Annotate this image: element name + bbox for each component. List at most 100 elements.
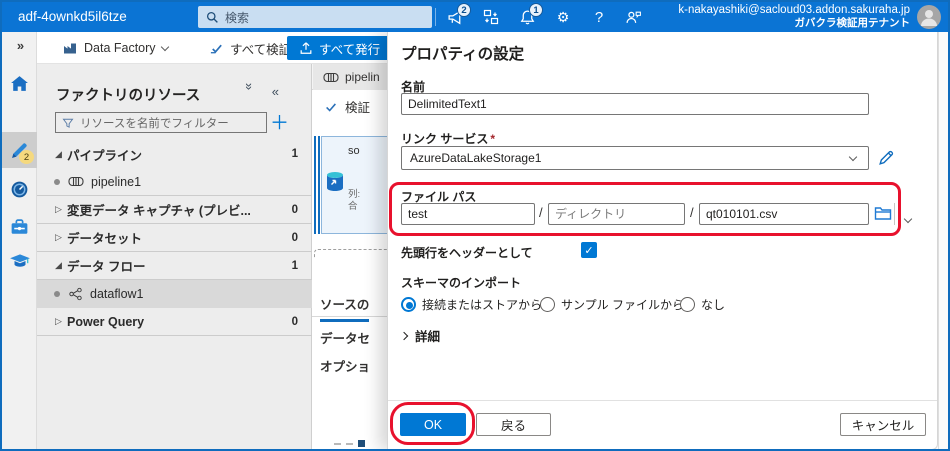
account-info[interactable]: k-nakayashiki@sacloud03.addon.sakuraha.j… xyxy=(678,4,910,30)
radio-from-connection[interactable]: 接続またはストアから xyxy=(401,296,542,313)
publish-all-label: すべて発行 xyxy=(319,42,381,57)
resource-filter-input[interactable]: リソースを名前でフィルター xyxy=(55,112,267,133)
bottom-pane-divider xyxy=(312,316,390,317)
radio-none[interactable]: なし xyxy=(680,296,725,313)
search-input[interactable]: 検索 xyxy=(198,6,432,28)
topbar-divider xyxy=(435,8,436,26)
tree-count: 1 xyxy=(291,148,298,160)
folder-icon xyxy=(874,207,892,220)
tree-label: データセット xyxy=(67,232,143,246)
expand-rail-icon[interactable]: » xyxy=(2,38,37,53)
expander-icon[interactable]: ◢ xyxy=(55,149,67,160)
nav-home-button[interactable] xyxy=(2,66,37,100)
nav-manage-button[interactable] xyxy=(2,210,37,244)
resource-filter-placeholder: リソースを名前でフィルター xyxy=(80,117,229,130)
radio-label: 接続またはストアから xyxy=(422,298,543,312)
tree-section-power-query[interactable]: ▷ Power Query 0 xyxy=(37,308,312,336)
tab-source-settings[interactable]: ソースの xyxy=(320,294,370,322)
home-icon xyxy=(11,75,28,91)
bullet-icon xyxy=(54,291,60,297)
search-icon xyxy=(206,11,219,24)
tab-label: ソースの xyxy=(320,298,370,312)
tree-section-pipelines[interactable]: ◢ パイプライン 1 xyxy=(37,140,312,168)
advanced-details-expander[interactable]: 詳細 xyxy=(399,326,441,345)
tree-count: 0 xyxy=(291,315,298,328)
nav-learning-button[interactable] xyxy=(2,244,37,278)
tree-label: dataflow1 xyxy=(90,287,144,301)
footer-divider xyxy=(388,400,937,401)
path-separator: / xyxy=(539,205,543,220)
chevron-down-icon xyxy=(160,42,169,51)
linked-service-value: AzureDataLakeStorage1 xyxy=(410,151,542,165)
edit-linked-service-button[interactable] xyxy=(877,148,896,167)
factory-menu-label: Data Factory xyxy=(84,41,156,55)
canvas-zoom-controls[interactable] xyxy=(334,440,365,447)
resource-tree: ◢ パイプライン 1 pipeline1 ▷ 変更データ キャプチャ (プレビ.… xyxy=(37,140,312,336)
add-resource-button[interactable]: ＋ xyxy=(270,108,289,135)
tab-label: pipelin xyxy=(345,70,380,84)
nav-monitor-button[interactable] xyxy=(2,172,37,206)
validate-label: 検証 xyxy=(345,101,371,115)
name-input[interactable] xyxy=(401,93,869,115)
panel-scrollbar-track[interactable] xyxy=(938,32,948,449)
cancel-button[interactable]: キャンセル xyxy=(840,413,926,436)
expander-icon[interactable]: ▷ xyxy=(55,232,67,243)
nav-author-button[interactable]: 2 xyxy=(2,132,37,168)
factory-resources-pane: ファクトリのリソース » « リソースを名前でフィルター ＋ ◢ パイプライン … xyxy=(37,64,312,449)
file-path-container-input[interactable] xyxy=(401,203,535,225)
linked-service-label: リンク サービス * xyxy=(401,132,496,146)
path-separator: / xyxy=(690,205,694,220)
settings-gear-icon[interactable]: ⚙ xyxy=(548,2,578,32)
chevron-right-icon xyxy=(399,331,409,340)
back-button[interactable]: 戻る xyxy=(476,413,551,436)
switch-directory-icon[interactable] xyxy=(476,2,506,32)
first-row-header-checkbox[interactable]: ✓ xyxy=(581,242,597,258)
set-properties-panel: プロパティの設定 名前 リンク サービス* AzureDataLakeStora… xyxy=(387,32,938,449)
pencil-edit-icon xyxy=(879,150,894,165)
tree-section-data-flows[interactable]: ◢ データ フロー 1 xyxy=(37,252,312,280)
graduation-cap-icon xyxy=(9,254,30,267)
ok-button[interactable]: OK xyxy=(400,413,466,436)
factory-menu-button[interactable]: Data Factory xyxy=(62,32,169,64)
source-node[interactable]: so 列: 合 xyxy=(314,136,390,234)
filter-icon xyxy=(62,118,74,128)
avatar[interactable] xyxy=(917,5,941,29)
expander-icon[interactable]: ▷ xyxy=(55,204,67,215)
first-row-header-label: 先頭行をヘッダーとして xyxy=(401,246,533,260)
account-tenant: ガバクラ検証用テナント xyxy=(794,17,911,29)
file-path-directory-input[interactable] xyxy=(548,203,685,225)
notifications-badge: 1 xyxy=(529,3,543,17)
radio-selected-icon xyxy=(401,297,416,312)
tree-item-pipeline1[interactable]: pipeline1 xyxy=(37,168,312,196)
tree-item-dataflow1[interactable]: dataflow1 xyxy=(37,280,312,308)
linked-service-select[interactable]: AzureDataLakeStorage1 xyxy=(401,146,869,170)
expander-icon[interactable]: ▷ xyxy=(55,316,67,327)
panel-title: プロパティの設定 xyxy=(401,46,525,63)
file-path-expand-chevron[interactable] xyxy=(903,209,913,227)
expander-icon[interactable]: ◢ xyxy=(55,260,67,271)
announcements-badge: 2 xyxy=(457,3,471,17)
radio-icon xyxy=(680,297,695,312)
publish-icon xyxy=(300,42,312,54)
details-label: 詳細 xyxy=(415,330,441,344)
browse-folder-button[interactable] xyxy=(874,205,892,221)
factory-name: adf-4ownkd5il6tze xyxy=(18,9,127,24)
import-schema-label: スキーマのインポート xyxy=(401,276,522,290)
radio-from-sample-file[interactable]: サンプル ファイルから xyxy=(540,296,684,313)
resources-pane-title: ファクトリのリソース xyxy=(56,88,201,104)
help-icon[interactable]: ? xyxy=(584,2,614,32)
tree-section-datasets[interactable]: ▷ データセット 0 xyxy=(37,224,312,252)
validate-all-label: すべて検証 xyxy=(230,42,292,57)
dataflow-icon xyxy=(68,287,83,301)
tree-label: Power Query xyxy=(67,314,145,329)
tree-label: pipeline1 xyxy=(91,174,142,189)
feedback-icon[interactable] xyxy=(618,2,648,32)
collapse-pane-icon[interactable]: « xyxy=(272,84,289,99)
tree-section-change-data-capture[interactable]: ▷ 変更データ キャプチャ (プレビ... 0 xyxy=(37,196,312,224)
radio-label: サンプル ファイルから xyxy=(561,298,684,312)
collapse-all-icon[interactable]: » xyxy=(242,83,257,100)
validate-all-button[interactable]: すべて検証 xyxy=(209,32,291,64)
file-path-file-input[interactable] xyxy=(699,203,869,225)
canvas-validate-button[interactable]: 検証 xyxy=(324,97,370,116)
gauge-icon xyxy=(11,181,28,197)
